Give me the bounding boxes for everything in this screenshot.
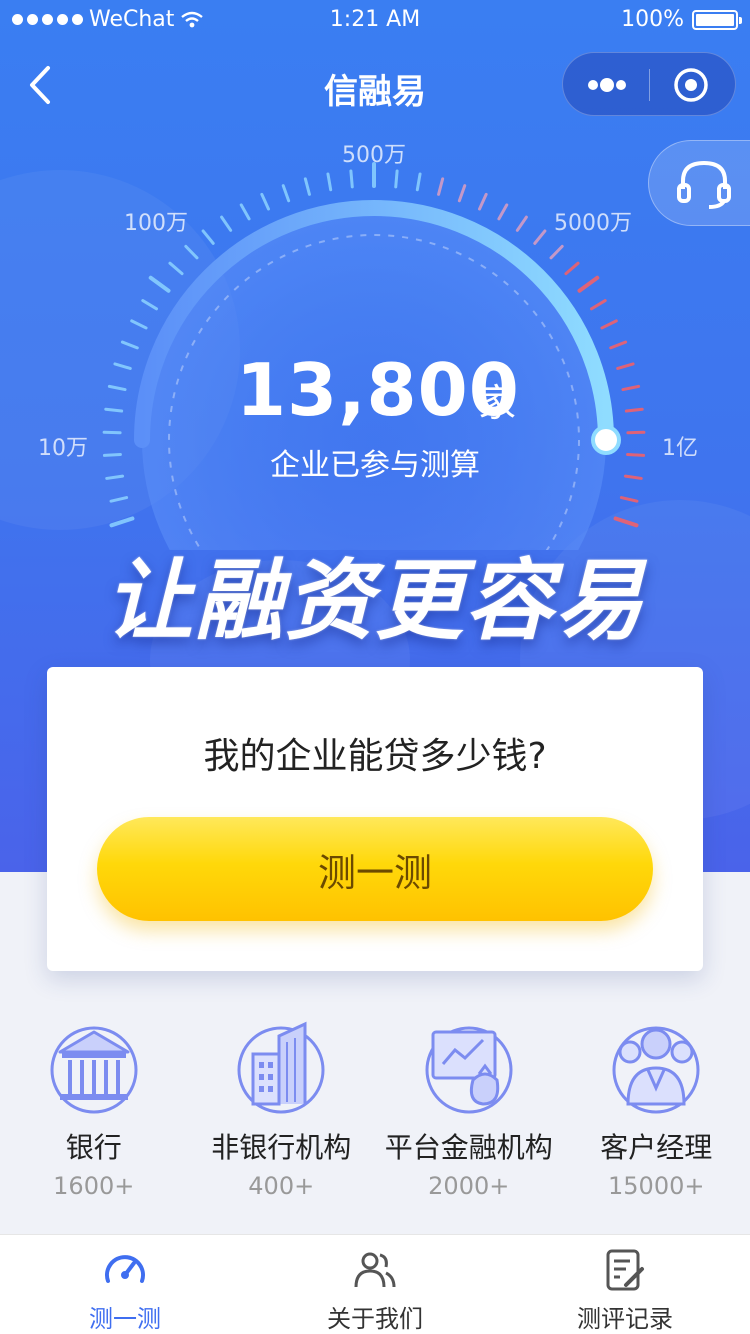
gauge-tick <box>109 516 135 528</box>
gauge-tick <box>590 299 607 311</box>
gauge-label-100w: 100万 <box>124 211 188 236</box>
gauge-tick <box>281 184 291 203</box>
gauge-tick <box>109 496 129 503</box>
tab-label: 关于我们 <box>327 1305 423 1333</box>
tab-label: 测评记录 <box>577 1305 673 1333</box>
record-icon <box>606 1249 644 1291</box>
mini-program-capsule <box>562 52 736 116</box>
gauge-tick <box>239 203 251 221</box>
gauge-tick <box>104 407 124 413</box>
building-icon <box>237 1021 325 1114</box>
gauge-tick <box>107 384 127 392</box>
gauge-tick <box>609 340 628 350</box>
gauge-label-500w: 500万 <box>342 143 406 168</box>
battery-percent: 100% <box>621 7 684 32</box>
gauge-tick <box>533 229 547 245</box>
nav-bar: 信融易 <box>0 40 750 130</box>
bank-icon <box>50 1026 138 1114</box>
gauge-tick <box>303 177 311 196</box>
tab-records[interactable]: 测评记录 <box>500 1235 750 1334</box>
gauge-tick <box>616 362 635 370</box>
category-count: 15000+ <box>608 1172 705 1200</box>
category-manager[interactable]: 客户经理 15000+ <box>563 1018 750 1200</box>
slogan: 让融资更容易 <box>104 549 645 652</box>
loan-estimate-card: 我的企业能贷多少钱? 测一测 <box>47 667 703 971</box>
gauge-tick <box>457 184 467 203</box>
gauge-tick <box>600 319 618 330</box>
manager-icon <box>612 1026 700 1114</box>
gauge-tick <box>168 261 184 276</box>
category-name: 平台金融机构 <box>384 1131 553 1164</box>
category-name: 非银行机构 <box>211 1131 352 1164</box>
gauge-tick <box>113 362 132 370</box>
category-non-bank[interactable]: 非银行机构 400+ <box>188 1018 376 1200</box>
gauge-tick <box>349 169 354 189</box>
gauge-tick <box>437 177 445 196</box>
gauge-tick <box>220 215 233 232</box>
tab-bar: 测一测 关于我们 测评记录 <box>0 1234 750 1334</box>
close-target-icon[interactable] <box>650 53 737 117</box>
gauge-tick <box>564 261 580 276</box>
platform-icon <box>425 1026 513 1114</box>
loan-question: 我的企业能贷多少钱? <box>203 736 547 777</box>
tab-label: 测一测 <box>89 1305 161 1333</box>
progress-gauge <box>102 162 646 550</box>
gauge-tick <box>621 384 641 392</box>
participant-caption: 企业已参与测算 <box>270 448 480 483</box>
gauge-tick <box>326 172 333 192</box>
gauge-tick <box>515 215 528 232</box>
category-count: 2000+ <box>428 1172 510 1200</box>
gauge-tick <box>497 203 509 221</box>
gauge-tick <box>130 319 148 330</box>
gauge-tick <box>619 496 639 503</box>
battery-icon <box>692 9 742 30</box>
gauge-tick <box>613 516 639 528</box>
gauge-tick <box>141 299 158 311</box>
institution-categories: 银行 1600+ 非银行机构 400+ 平台金融机构 2000+ 客户经理 15… <box>0 1018 750 1200</box>
category-count: 400+ <box>248 1172 315 1200</box>
speedometer-icon <box>105 1255 145 1283</box>
gauge-tick <box>184 244 199 260</box>
gauge-tick <box>394 169 399 189</box>
gauge-tick <box>549 244 564 260</box>
category-count: 1600+ <box>53 1172 135 1200</box>
category-name: 客户经理 <box>600 1131 713 1164</box>
people-icon <box>354 1252 396 1288</box>
category-platform[interactable]: 平台金融机构 2000+ <box>375 1018 563 1200</box>
category-bank[interactable]: 银行 1600+ <box>0 1018 188 1200</box>
gauge-label-5000w: 5000万 <box>554 211 632 236</box>
more-dots-icon[interactable] <box>563 53 650 117</box>
estimate-button[interactable]: 测一测 <box>97 817 653 921</box>
gauge-tick <box>120 340 139 350</box>
category-name: 银行 <box>65 1131 122 1164</box>
gauge-tick <box>415 172 422 192</box>
gauge-tick <box>577 275 600 293</box>
tab-about-us[interactable]: 关于我们 <box>250 1235 500 1334</box>
gauge-tick <box>624 407 644 413</box>
gauge-tick <box>260 192 270 211</box>
tab-estimate[interactable]: 测一测 <box>0 1235 250 1334</box>
participant-unit: 家 <box>478 381 517 425</box>
status-bar: WeChat 1:21 AM 100% <box>0 0 750 40</box>
gauge-tick <box>478 192 488 211</box>
gauge-tick <box>148 275 171 293</box>
gauge-tick <box>201 229 215 245</box>
